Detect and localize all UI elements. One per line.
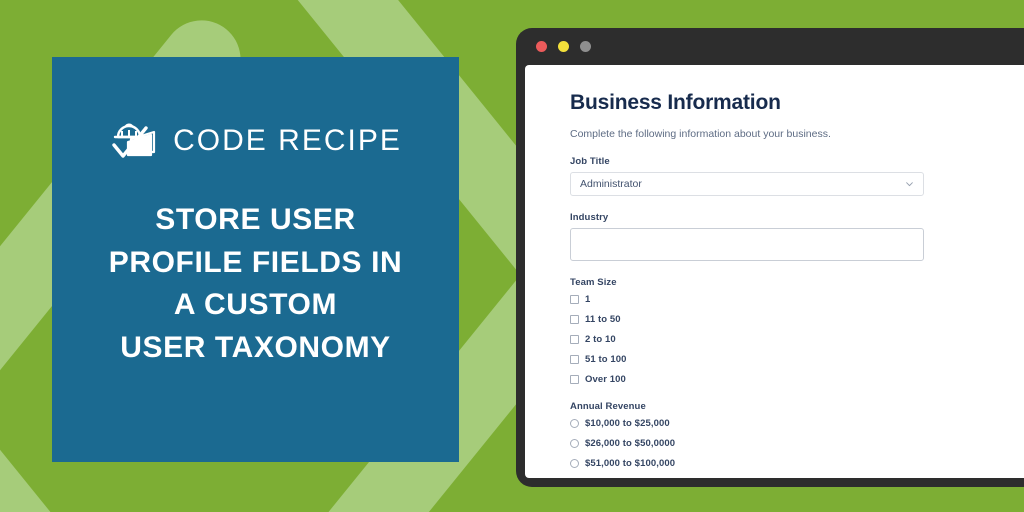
annual-revenue-option-3[interactable]: $51,000 to $100,000 xyxy=(570,458,1024,469)
team-size-option-51-to-100[interactable]: 51 to 100 xyxy=(570,354,1024,365)
radio-icon[interactable] xyxy=(570,439,579,448)
team-size-option-11-to-50[interactable]: 11 to 50 xyxy=(570,314,1024,325)
job-title-field: Job Title Administrator xyxy=(570,156,1024,196)
option-label: 51 to 100 xyxy=(585,354,627,365)
form-heading: Business Information xyxy=(570,91,781,114)
option-label: $51,000 to $100,000 xyxy=(585,458,676,469)
industry-label: Industry xyxy=(570,212,609,223)
annual-revenue-label: Annual Revenue xyxy=(570,401,646,412)
checkbox-icon[interactable] xyxy=(570,355,579,364)
headline-line-2: PROFILE FIELDS IN xyxy=(108,245,403,279)
minimize-window-icon[interactable] xyxy=(558,41,569,52)
browser-window: Business Information Complete the follow… xyxy=(516,28,1024,487)
industry-field: Industry xyxy=(570,212,1024,261)
brand-lockup: CODE RECIPE xyxy=(109,113,402,169)
browser-titlebar xyxy=(516,28,1024,65)
job-title-label: Job Title xyxy=(570,156,610,167)
banner-stage: CODE RECIPE STORE USER PROFILE FIELDS IN… xyxy=(0,0,1024,512)
headline-line-3: A CUSTOM xyxy=(173,288,338,322)
job-title-value: Administrator xyxy=(580,178,642,190)
team-size-option-1[interactable]: 1 xyxy=(570,294,1024,305)
option-label: 1 xyxy=(585,294,591,305)
team-size-option-over-100[interactable]: Over 100 xyxy=(570,374,1024,385)
brand-name: CODE RECIPE xyxy=(173,124,402,157)
form-subtitle: Complete the following information about… xyxy=(570,128,831,140)
option-label: 11 to 50 xyxy=(585,314,621,325)
headline-line-4: USER TAXONOMY xyxy=(120,330,391,364)
close-window-icon[interactable] xyxy=(536,41,547,52)
annual-revenue-group: Annual Revenue $10,000 to $25,000 $26,00… xyxy=(570,401,1024,469)
industry-input[interactable] xyxy=(570,228,924,261)
browser-viewport: Business Information Complete the follow… xyxy=(525,65,1024,478)
chevron-down-icon xyxy=(906,182,913,187)
team-size-label: Team Size xyxy=(570,277,617,288)
option-label: Over 100 xyxy=(585,374,626,385)
page-title: STORE USER PROFILE FIELDS IN A CUSTOM US… xyxy=(76,199,436,369)
title-card: CODE RECIPE STORE USER PROFILE FIELDS IN… xyxy=(52,57,459,462)
team-size-group: Team Size 1 11 to 50 2 to 10 51 to 100 O… xyxy=(570,277,1024,385)
checkbox-icon[interactable] xyxy=(570,315,579,324)
option-label: $10,000 to $25,000 xyxy=(585,418,670,429)
radio-icon[interactable] xyxy=(570,459,579,468)
recipe-book-check-icon xyxy=(112,123,156,158)
maximize-window-icon[interactable] xyxy=(580,41,591,52)
option-label: 2 to 10 xyxy=(585,334,616,345)
checkbox-icon[interactable] xyxy=(570,375,579,384)
checkbox-icon[interactable] xyxy=(570,295,579,304)
annual-revenue-option-2[interactable]: $26,000 to $50,0000 xyxy=(570,438,1024,449)
team-size-option-2-to-10[interactable]: 2 to 10 xyxy=(570,334,1024,345)
checkbox-icon[interactable] xyxy=(570,335,579,344)
business-information-form: Business Information Complete the follow… xyxy=(525,65,1024,469)
option-label: $26,000 to $50,0000 xyxy=(585,438,676,449)
annual-revenue-option-1[interactable]: $10,000 to $25,000 xyxy=(570,418,1024,429)
radio-icon[interactable] xyxy=(570,419,579,428)
job-title-select[interactable]: Administrator xyxy=(570,172,924,196)
headline-line-1: STORE USER xyxy=(155,203,356,236)
